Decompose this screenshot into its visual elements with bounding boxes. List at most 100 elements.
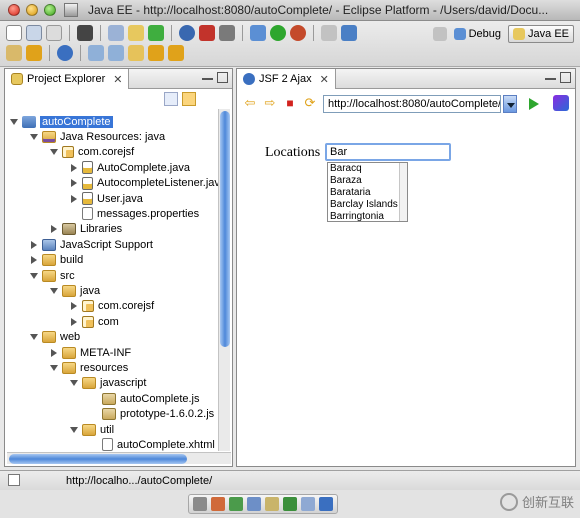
tree-node[interactable]: JavaScript Support [29, 237, 153, 252]
tree-node[interactable]: prototype-1.6.0.2.js [89, 407, 214, 422]
back-arrow-icon[interactable]: ⇦ [243, 95, 257, 110]
expanded-twisty-icon[interactable] [29, 132, 39, 142]
servers-icon[interactable] [265, 497, 279, 511]
collapsed-twisty-icon[interactable] [49, 348, 59, 358]
back-arrow-icon[interactable] [148, 45, 164, 61]
save-icon[interactable] [26, 25, 42, 41]
tree-node[interactable]: User.java [69, 191, 143, 206]
tab-jsf2-ajax[interactable]: JSF 2 Ajax ✕ [237, 69, 336, 89]
tree-node[interactable]: web [29, 330, 80, 345]
collapsed-twisty-icon[interactable] [29, 240, 39, 250]
last-edit-location-icon[interactable] [128, 45, 144, 61]
print-icon[interactable] [46, 25, 62, 41]
open-folder-icon[interactable] [6, 45, 22, 61]
tab-project-explorer[interactable]: Project Explorer ✕ [5, 69, 130, 89]
locations-input[interactable]: Bar [325, 143, 451, 161]
suggestion-item[interactable]: Baraza [328, 175, 407, 187]
expanded-twisty-icon[interactable] [69, 378, 79, 388]
forward-arrow-icon[interactable] [168, 45, 184, 61]
collapsed-twisty-icon[interactable] [69, 163, 79, 173]
suggestion-item[interactable]: Barclay Islands [328, 199, 407, 211]
tree-node[interactable]: com.corejsf [69, 299, 154, 314]
outline-icon[interactable] [319, 497, 333, 511]
tree-node[interactable]: autoComplete.xhtml [89, 437, 215, 451]
refresh-icon[interactable]: ⟳ [303, 95, 317, 110]
next-annotation-icon[interactable] [88, 45, 104, 61]
maximize-editor-icon[interactable] [560, 72, 571, 83]
minimize-view-icon[interactable] [202, 72, 213, 80]
tree-node[interactable]: util [69, 422, 114, 437]
expanded-twisty-icon[interactable] [49, 286, 59, 296]
collapsed-twisty-icon[interactable] [69, 301, 79, 311]
data-source-icon[interactable] [283, 497, 297, 511]
tree-node[interactable]: AutoComplete.java [69, 160, 190, 175]
server-icon[interactable] [77, 25, 93, 41]
maximize-view-icon[interactable] [217, 72, 228, 83]
minimize-window-button[interactable] [26, 4, 38, 16]
tree-node[interactable]: src [29, 268, 75, 283]
tree-node[interactable]: Libraries [49, 222, 122, 237]
tree-node[interactable]: java [49, 283, 100, 298]
new-package-icon[interactable] [128, 25, 144, 41]
suggestion-item[interactable]: Barataria [328, 187, 407, 199]
search-icon[interactable] [341, 25, 357, 41]
previous-annotation-icon[interactable] [108, 45, 124, 61]
expanded-twisty-icon[interactable] [49, 363, 59, 373]
snippets-icon[interactable] [301, 497, 315, 511]
tree-node[interactable]: autoComplete.js [89, 391, 200, 406]
stop-icon[interactable]: ■ [283, 96, 297, 110]
tomcat-icon[interactable] [199, 25, 215, 41]
new-java-project-icon[interactable] [108, 25, 124, 41]
edit-icon[interactable] [26, 45, 42, 61]
javaee-perspective-button[interactable]: Java EE [508, 25, 574, 43]
properties-icon[interactable] [211, 497, 225, 511]
new-class-icon[interactable] [148, 25, 164, 41]
external-tools-icon[interactable] [290, 25, 306, 41]
tree-horizontal-scroll-thumb[interactable] [9, 454, 187, 464]
collapsed-twisty-icon[interactable] [49, 224, 59, 234]
tree-vertical-scrollbar[interactable] [218, 109, 230, 451]
forward-arrow-icon[interactable]: ⇨ [263, 95, 277, 110]
collapsed-twisty-icon[interactable] [69, 317, 79, 327]
expanded-twisty-icon[interactable] [69, 425, 79, 435]
markers-icon[interactable] [193, 497, 207, 511]
expanded-twisty-icon[interactable] [49, 147, 59, 157]
url-field[interactable]: http://localhost:8080/autoComplete/ [323, 95, 501, 113]
tree-node[interactable]: Java Resources: java [29, 129, 165, 144]
tasks-icon[interactable] [229, 497, 243, 511]
minimize-editor-icon[interactable] [545, 72, 556, 80]
zoom-window-button[interactable] [44, 4, 56, 16]
tree-node[interactable]: resources [49, 360, 128, 375]
tree-node[interactable]: build [29, 253, 83, 268]
open-type-icon[interactable] [219, 25, 235, 41]
tree-node[interactable]: messages.properties [69, 206, 199, 221]
tree-node[interactable]: AutocompleteListener.jav [69, 176, 220, 191]
collapsed-twisty-icon[interactable] [69, 194, 79, 204]
expanded-twisty-icon[interactable] [29, 271, 39, 281]
close-icon[interactable]: ✕ [113, 73, 122, 86]
console-icon[interactable] [247, 497, 261, 511]
expanded-twisty-icon[interactable] [9, 117, 19, 127]
go-icon[interactable] [529, 98, 539, 110]
collapse-all-icon[interactable] [164, 92, 178, 106]
tree-node[interactable]: autoComplete [9, 114, 113, 129]
collapsed-twisty-icon[interactable] [29, 255, 39, 265]
url-history-dropdown-chevron-down-icon[interactable] [503, 95, 517, 113]
tree-node[interactable]: META-INF [49, 345, 131, 360]
filters-icon[interactable] [200, 92, 214, 106]
tree-vertical-scroll-thumb[interactable] [220, 111, 230, 347]
suggestions-scrollbar[interactable] [399, 163, 407, 221]
expanded-twisty-icon[interactable] [29, 332, 39, 342]
open-perspective-icon[interactable] [432, 27, 447, 41]
globe-icon[interactable] [57, 45, 73, 61]
tree-node[interactable]: com.corejsf [49, 145, 134, 160]
close-icon[interactable]: ✕ [320, 73, 329, 86]
view-menu-chevron-down-icon[interactable] [218, 92, 228, 106]
tree-node[interactable]: javascript [69, 376, 146, 391]
new-icon[interactable] [6, 25, 22, 41]
open-perspective-menu-icon[interactable] [321, 25, 337, 41]
run-icon[interactable] [270, 25, 286, 41]
link-with-editor-icon[interactable] [182, 92, 196, 106]
tree-node[interactable]: com [69, 314, 119, 329]
debug-perspective-button[interactable]: Debug [449, 25, 506, 43]
